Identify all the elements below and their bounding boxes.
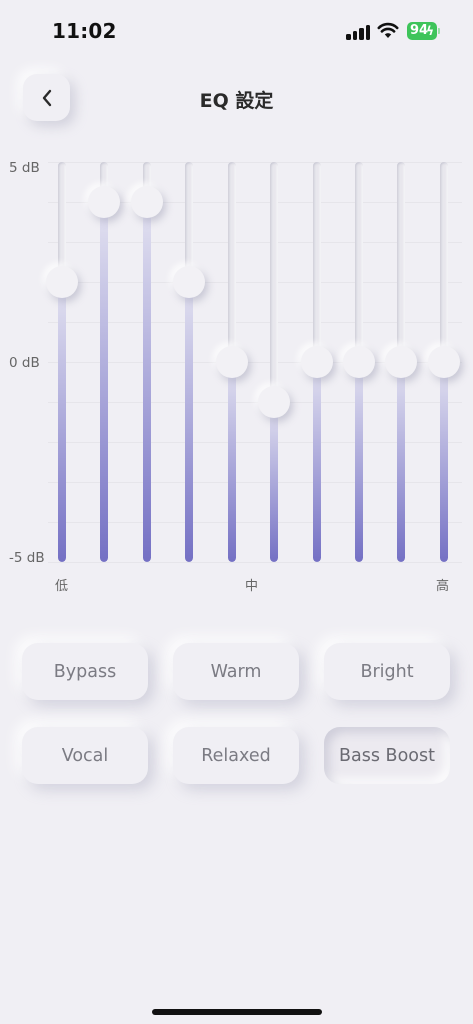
charging-bolt-icon: ϟ xyxy=(426,24,434,38)
slider-thumb[interactable] xyxy=(428,346,460,378)
slider-thumb[interactable] xyxy=(343,346,375,378)
battery-icon: 94 ϟ xyxy=(407,22,437,40)
eq-band-slider[interactable] xyxy=(210,162,254,562)
cellular-signal-icon xyxy=(346,24,370,40)
eq-band-slider[interactable] xyxy=(295,162,339,562)
eq-band-slider[interactable] xyxy=(422,162,466,562)
home-indicator xyxy=(152,1009,322,1015)
slider-thumb[interactable] xyxy=(216,346,248,378)
wifi-icon xyxy=(377,22,399,38)
slider-thumb[interactable] xyxy=(46,266,78,298)
slider-fill xyxy=(58,282,66,562)
slider-thumb[interactable] xyxy=(88,186,120,218)
slider-fill xyxy=(440,362,448,562)
slider-fill xyxy=(313,362,321,562)
slider-fill xyxy=(397,362,405,562)
slider-thumb[interactable] xyxy=(301,346,333,378)
slider-thumb[interactable] xyxy=(173,266,205,298)
slider-track[interactable] xyxy=(100,162,108,562)
preset-bypass-button[interactable]: Bypass xyxy=(22,643,148,700)
preset-relaxed-button[interactable]: Relaxed xyxy=(173,727,299,784)
page-title: EQ 設定 xyxy=(199,90,274,112)
slider-thumb[interactable] xyxy=(131,186,163,218)
freq-label-high: 高 xyxy=(436,579,450,594)
slider-track[interactable] xyxy=(143,162,151,562)
eq-band-slider[interactable] xyxy=(252,162,296,562)
slider-fill xyxy=(185,282,193,562)
preset-vocal-button[interactable]: Vocal xyxy=(22,727,148,784)
slider-fill xyxy=(228,362,236,562)
db-label-zero: 0 dB xyxy=(9,355,40,371)
slider-track[interactable] xyxy=(58,162,66,562)
status-time: 11:02 xyxy=(52,19,117,43)
slider-fill xyxy=(100,202,108,562)
eq-band-slider[interactable] xyxy=(82,162,126,562)
eq-band-slider[interactable] xyxy=(167,162,211,562)
eq-band-slider[interactable] xyxy=(337,162,381,562)
preset-warm-button[interactable]: Warm xyxy=(173,643,299,700)
battery-cap xyxy=(438,28,440,34)
preset-bright-button[interactable]: Bright xyxy=(324,643,450,700)
freq-label-mid: 中 xyxy=(245,579,259,594)
db-label-max: 5 dB xyxy=(9,160,40,176)
slider-fill xyxy=(355,362,363,562)
eq-band-slider[interactable] xyxy=(40,162,84,562)
eq-band-slider[interactable] xyxy=(379,162,423,562)
eq-band-slider[interactable] xyxy=(125,162,169,562)
equalizer: 5 dB 0 dB -5 dB 低 中 高 xyxy=(0,150,473,600)
slider-track[interactable] xyxy=(270,162,278,562)
slider-thumb[interactable] xyxy=(385,346,417,378)
slider-fill xyxy=(143,202,151,562)
slider-fill xyxy=(270,402,278,562)
preset-bass-boost-button[interactable]: Bass Boost xyxy=(324,727,450,784)
slider-thumb[interactable] xyxy=(258,386,290,418)
grid-line xyxy=(48,562,462,563)
freq-label-low: 低 xyxy=(55,579,69,594)
slider-track[interactable] xyxy=(185,162,193,562)
status-bar: 11:02 94 ϟ xyxy=(0,0,473,62)
